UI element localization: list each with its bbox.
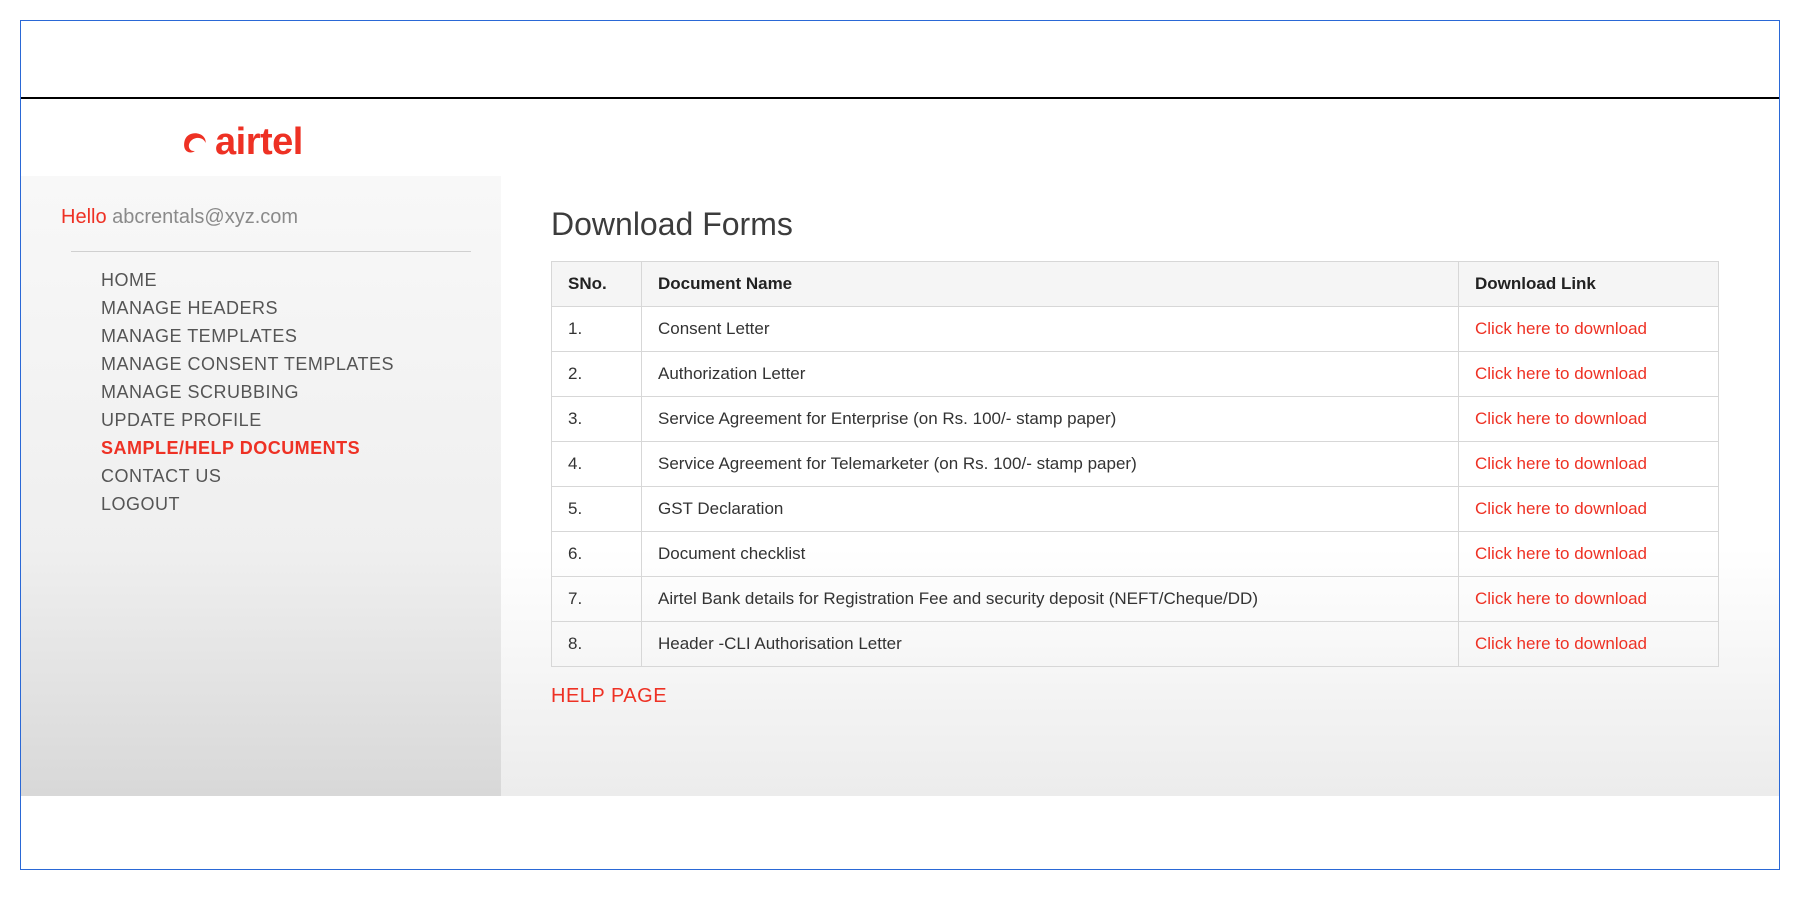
sidebar-item-update-profile[interactable]: UPDATE PROFILE	[101, 410, 501, 431]
download-link[interactable]: Click here to download	[1475, 454, 1647, 473]
table-row: 3.Service Agreement for Enterprise (on R…	[552, 397, 1719, 442]
sidebar-item-manage-templates[interactable]: MANAGE TEMPLATES	[101, 326, 501, 347]
cell-doc-name: Airtel Bank details for Registration Fee…	[642, 577, 1459, 622]
table-row: 6.Document checklist Click here to downlo…	[552, 532, 1719, 577]
table-row: 7.Airtel Bank details for Registration F…	[552, 577, 1719, 622]
app-frame: airtel Hello abcrentals@xyz.com HOME MANA…	[20, 20, 1780, 870]
cell-download: Click here to download	[1459, 352, 1719, 397]
sidebar-item-manage-scrubbing[interactable]: MANAGE SCRUBBING	[101, 382, 501, 403]
sidebar-item-manage-headers[interactable]: MANAGE HEADERS	[101, 298, 501, 319]
cell-download: Click here to download	[1459, 442, 1719, 487]
sidebar-item-manage-consent-templates[interactable]: MANAGE CONSENT TEMPLATES	[101, 354, 501, 375]
sidebar-nav: HOME MANAGE HEADERS MANAGE TEMPLATES MANAGE…	[61, 270, 501, 515]
col-header-download: Download Link	[1459, 262, 1719, 307]
download-forms-table: SNo. Document Name Download Link 1.Conse…	[551, 261, 1719, 667]
cell-sno: 7.	[552, 577, 642, 622]
sidebar-item-sample-help-documents[interactable]: SAMPLE/HELP DOCUMENTS	[101, 438, 501, 459]
brand-logo: airtel	[181, 121, 1779, 164]
table-row: 4.Service Agreement for Telemarketer (on…	[552, 442, 1719, 487]
main-content: Download Forms SNo. Document Name Downlo…	[501, 176, 1779, 796]
greeting: Hello abcrentals@xyz.com	[61, 206, 501, 229]
cell-download: Click here to download	[1459, 397, 1719, 442]
cell-download: Click here to download	[1459, 307, 1719, 352]
top-spacer	[21, 21, 1779, 97]
download-link[interactable]: Click here to download	[1475, 364, 1647, 383]
sidebar: Hello abcrentals@xyz.com HOME MANAGE HEAD…	[21, 176, 501, 796]
cell-doc-name: Document checklist	[642, 532, 1459, 577]
body-split: Hello abcrentals@xyz.com HOME MANAGE HEAD…	[21, 176, 1779, 796]
sidebar-item-logout[interactable]: LOGOUT	[101, 494, 501, 515]
cell-download: Click here to download	[1459, 532, 1719, 577]
cell-doc-name: Service Agreement for Telemarketer (on R…	[642, 442, 1459, 487]
download-link[interactable]: Click here to download	[1475, 589, 1647, 608]
cell-doc-name: GST Declaration	[642, 487, 1459, 532]
download-link[interactable]: Click here to download	[1475, 499, 1647, 518]
help-page-link[interactable]: HELP PAGE	[551, 685, 667, 708]
greeting-email: abcrentals@xyz.com	[112, 206, 298, 228]
airtel-swirl-icon	[181, 129, 209, 157]
download-link[interactable]: Click here to download	[1475, 319, 1647, 338]
table-row: 2.Authorization Letter Click here to down…	[552, 352, 1719, 397]
cell-sno: 5.	[552, 487, 642, 532]
cell-download: Click here to download	[1459, 487, 1719, 532]
cell-sno: 3.	[552, 397, 642, 442]
cell-sno: 2.	[552, 352, 642, 397]
sidebar-divider	[71, 251, 471, 252]
table-row: 1.Consent Letter Click here to download	[552, 307, 1719, 352]
table-header-row: SNo. Document Name Download Link	[552, 262, 1719, 307]
cell-doc-name: Consent Letter	[642, 307, 1459, 352]
cell-download: Click here to download	[1459, 577, 1719, 622]
cell-doc-name: Service Agreement for Enterprise (on Rs.…	[642, 397, 1459, 442]
sidebar-item-contact-us[interactable]: CONTACT US	[101, 466, 501, 487]
cell-doc-name: Authorization Letter	[642, 352, 1459, 397]
table-row: 5.GST Declaration Click here to download	[552, 487, 1719, 532]
sidebar-item-home[interactable]: HOME	[101, 270, 501, 291]
logo-row: airtel	[21, 99, 1779, 176]
download-link[interactable]: Click here to download	[1475, 409, 1647, 428]
cell-sno: 6.	[552, 532, 642, 577]
col-header-doc-name: Document Name	[642, 262, 1459, 307]
cell-sno: 8.	[552, 622, 642, 667]
cell-sno: 1.	[552, 307, 642, 352]
cell-sno: 4.	[552, 442, 642, 487]
cell-doc-name: Header -CLI Authorisation Letter	[642, 622, 1459, 667]
col-header-sno: SNo.	[552, 262, 642, 307]
cell-download: Click here to download	[1459, 622, 1719, 667]
download-link[interactable]: Click here to download	[1475, 544, 1647, 563]
table-row: 8.Header -CLI Authorisation Letter Click …	[552, 622, 1719, 667]
download-link[interactable]: Click here to download	[1475, 634, 1647, 653]
greeting-prefix: Hello	[61, 206, 107, 228]
page-title: Download Forms	[551, 206, 1719, 243]
brand-logo-text: airtel	[215, 121, 303, 164]
